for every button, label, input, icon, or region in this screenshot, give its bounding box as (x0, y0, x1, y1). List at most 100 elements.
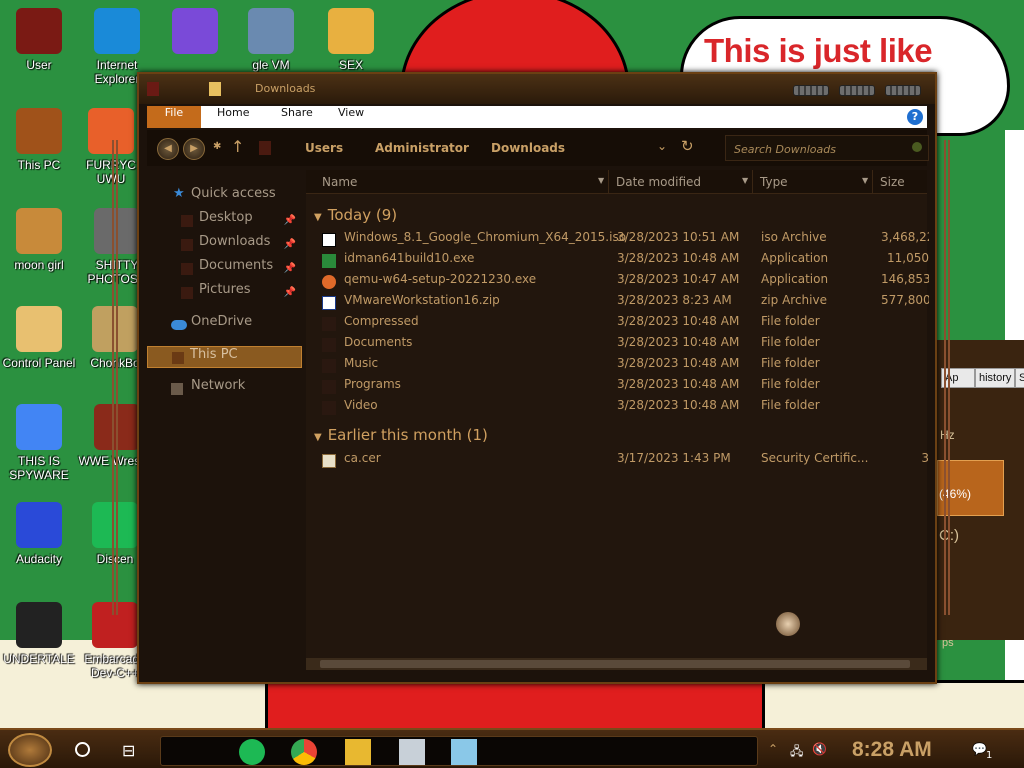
task-view-icon[interactable]: ⊟ (122, 741, 135, 760)
refresh-icon[interactable]: ↻ (681, 137, 694, 155)
back-button[interactable]: ◀ (157, 138, 179, 160)
tab-share[interactable]: Share (271, 106, 323, 128)
notepad-icon[interactable] (451, 739, 477, 765)
title-bar[interactable]: Downloads (139, 74, 935, 104)
spotify-icon[interactable] (239, 739, 265, 765)
file-type: File folder (761, 335, 820, 349)
chevron-down-icon[interactable]: ▼ (862, 176, 868, 185)
forward-button[interactable]: ▶ (183, 138, 205, 160)
tab-file[interactable]: File (147, 106, 201, 128)
column-divider[interactable] (752, 170, 753, 194)
file-row[interactable]: Compressed 3/28/2023 10:48 AM File folde… (306, 314, 927, 334)
file-row[interactable]: Documents 3/28/2023 10:48 AM File folder (306, 335, 927, 355)
group-title: Today (9) (327, 206, 398, 224)
desktop-icon-undertale[interactable]: UNDERTALE (0, 602, 78, 666)
volume-muted-icon[interactable]: 🔇 (812, 742, 827, 756)
file-name: qemu-w64-setup-20221230.exe (344, 272, 537, 286)
nav-downloads[interactable]: Downloads 📌 (147, 234, 302, 256)
file-type: Application (761, 272, 829, 286)
breadcrumb-administrator[interactable]: Administrator (375, 141, 469, 155)
desktop-icon-control-panel[interactable]: Control Panel (0, 306, 78, 370)
computer-icon (16, 108, 62, 154)
search-input[interactable] (734, 140, 904, 158)
qemu-icon (322, 275, 336, 289)
file-row[interactable]: Programs 3/28/2023 10:48 AM File folder (306, 377, 927, 397)
audacity-icon (16, 502, 62, 548)
file-type: File folder (761, 356, 820, 370)
search-icon[interactable] (912, 142, 922, 152)
desktop-icon-user[interactable]: User (0, 8, 78, 72)
desktop-icon-chrome[interactable]: THIS IS SPYWARE (0, 404, 78, 482)
ribbon-tabs: File Home Share View ? (147, 106, 927, 128)
desktop-icon-label: Internet Explorer (94, 58, 140, 86)
column-size[interactable]: Size (880, 175, 905, 189)
show-hidden-icons[interactable]: ⌃ (768, 742, 778, 756)
task-manager-icon[interactable] (399, 739, 425, 765)
nav-quick-access[interactable]: ★ Quick access (147, 186, 302, 208)
folder-icon (16, 208, 62, 254)
network-icon[interactable]: 🖧 (790, 742, 803, 763)
breadcrumb-downloads[interactable]: Downloads (491, 141, 565, 155)
nav-this-pc[interactable]: This PC (147, 346, 302, 368)
file-row[interactable]: qemu-w64-setup-20221230.exe 3/28/2023 10… (306, 272, 929, 292)
group-header-earlier[interactable]: ▼ Earlier this month (1) (314, 426, 488, 444)
minimize-button[interactable] (793, 85, 829, 96)
breadcrumb-users[interactable]: Users (305, 141, 343, 155)
bg-window-tab[interactable]: Sta (1015, 368, 1024, 388)
desktop-icon-virtualbox[interactable]: gle VM (232, 8, 310, 72)
tab-view[interactable]: View (328, 106, 374, 128)
pictures-icon (181, 287, 193, 299)
search-circle-icon[interactable] (75, 742, 90, 757)
pin-icon: 📌 (283, 263, 296, 274)
group-header-today[interactable]: ▼ Today (9) (314, 206, 397, 224)
file-explorer-window[interactable]: Downloads File Home Share View ? ◀ ▶ ✱ ↑… (137, 72, 937, 684)
nav-desktop[interactable]: Desktop 📌 (147, 210, 302, 232)
file-row[interactable]: ca.cer 3/17/2023 1:43 PM Security Certif… (306, 451, 929, 471)
nav-documents[interactable]: Documents 📌 (147, 258, 302, 280)
column-name[interactable]: Name (322, 175, 357, 189)
maximize-button[interactable] (839, 85, 875, 96)
file-explorer-icon[interactable] (345, 739, 371, 765)
column-type[interactable]: Type (760, 175, 788, 189)
notification-icon[interactable]: 💬 (972, 742, 987, 756)
tab-home[interactable]: Home (207, 106, 259, 128)
desktop-icon-sex[interactable]: SEX (312, 8, 390, 72)
chevron-down-icon[interactable]: ⌄ (657, 139, 667, 153)
desktop-icon-this-pc[interactable]: This PC (0, 108, 78, 172)
desktop-icon-audacity[interactable]: Audacity (0, 502, 78, 566)
chrome-icon[interactable] (291, 739, 317, 765)
nav-pictures[interactable]: Pictures 📌 (147, 282, 302, 304)
file-row[interactable]: idman641build10.exe 3/28/2023 10:48 AM A… (306, 251, 929, 271)
horizontal-scrollbar[interactable] (306, 658, 927, 670)
nav-onedrive[interactable]: OneDrive (147, 314, 302, 336)
start-button[interactable] (8, 733, 52, 767)
column-date-modified[interactable]: Date modified (616, 175, 701, 189)
file-date: 3/28/2023 10:48 AM (617, 398, 740, 412)
folder-icon (209, 82, 221, 96)
file-row[interactable]: Video 3/28/2023 10:48 AM File folder (306, 398, 927, 418)
chevron-down-icon[interactable]: ▼ (742, 176, 748, 185)
bg-window-tab-history[interactable]: history (975, 368, 1015, 388)
pin-icon: 📌 (283, 287, 296, 298)
close-button[interactable] (885, 85, 921, 96)
desktop-icon-label: THIS IS SPYWARE (9, 454, 69, 482)
clock[interactable]: 8:28 AM (852, 738, 932, 762)
file-row[interactable]: Windows_8.1_Google_Chromium_X64_2015.iso… (306, 230, 929, 250)
nav-label: Pictures (199, 282, 251, 297)
column-divider[interactable] (872, 170, 873, 194)
file-date: 3/28/2023 10:48 AM (617, 356, 740, 370)
desktop-icon-visual-studio[interactable] (156, 8, 234, 58)
desktop-icon-label: This PC (17, 158, 61, 172)
file-row[interactable]: Music 3/28/2023 10:48 AM File folder (306, 356, 927, 376)
search-box[interactable] (725, 135, 929, 161)
recent-locations-icon[interactable]: ✱ (213, 141, 221, 152)
nav-network[interactable]: Network (147, 378, 302, 400)
file-row[interactable]: VMwareWorkstation16.zip 3/28/2023 8:23 A… (306, 293, 929, 313)
column-divider[interactable] (608, 170, 609, 194)
help-button[interactable]: ? (907, 109, 923, 125)
up-arrow-icon[interactable]: ↑ (231, 137, 244, 156)
desktop-icon-moon-girl[interactable]: moon girl (0, 208, 78, 272)
chevron-down-icon[interactable]: ▼ (598, 176, 604, 185)
scrollbar-thumb[interactable] (320, 660, 910, 668)
hxd-icon (328, 8, 374, 54)
